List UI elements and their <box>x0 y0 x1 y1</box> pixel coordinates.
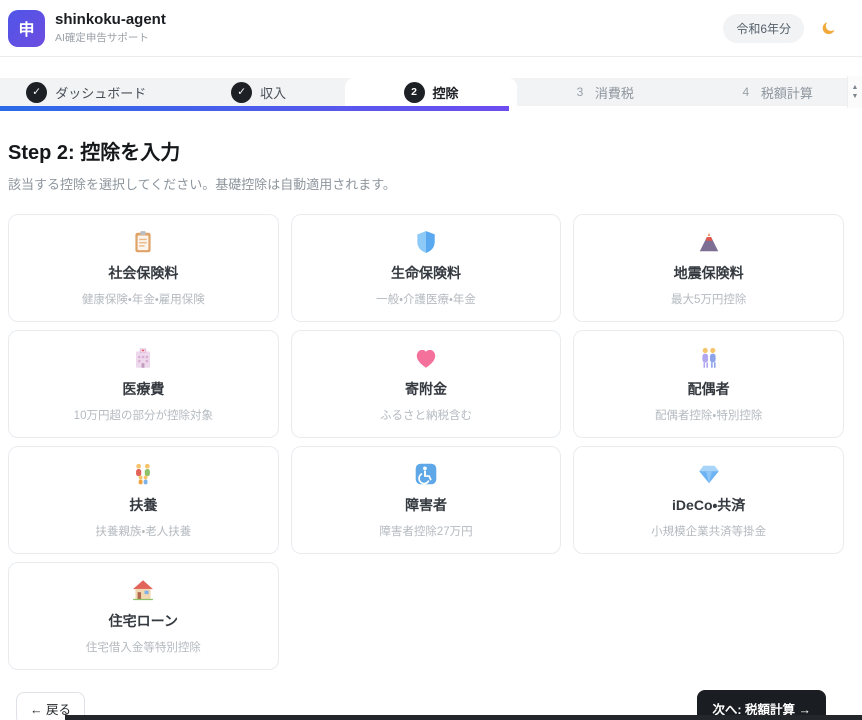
wheelchair-icon <box>413 461 439 487</box>
step-number: 2 <box>403 81 425 103</box>
card-subtitle: 10万円超の部分が控除対象 <box>73 410 213 422</box>
app-name: shinkoku-agent <box>55 11 166 29</box>
progress-track <box>0 106 862 111</box>
brand-text: shinkoku-agent AI確定申告サポート <box>55 11 166 45</box>
card-subtitle: 一般・介護医療・年金 <box>376 294 476 306</box>
heart-icon <box>413 345 439 371</box>
page-title: Step 2: 控除を入力 <box>8 142 181 164</box>
step-label: 消費税 <box>594 85 634 101</box>
card-subtitle: 健康保険・年金・雇用保険 <box>81 294 205 306</box>
step-consumption-tax[interactable]: 3 消費税 <box>517 78 689 106</box>
dark-mode-toggle[interactable] <box>820 17 842 39</box>
step-deductions[interactable]: 2 控除 <box>344 78 518 106</box>
card-title: 生命保険料 <box>390 265 461 281</box>
scroll-down-icon[interactable]: ▼ <box>852 93 859 100</box>
progress-fill <box>0 106 509 111</box>
card-life-insurance[interactable]: 生命保険料 一般・介護医療・年金 <box>290 214 562 322</box>
wizard-footer: ← 戻る 次へ: 税額計算 → <box>8 670 844 720</box>
step-label: 控除 <box>432 85 459 101</box>
step-label: ダッシュボード <box>55 85 147 101</box>
house-icon <box>130 577 156 603</box>
card-subtitle: 小規模企業共済等掛金 <box>651 526 767 538</box>
step-dashboard[interactable]: ✓ ダッシュボード <box>0 78 172 106</box>
volcano-icon <box>696 229 722 255</box>
page-subtitle: 該当する控除を選択してください。基礎控除は自動適用されます。 <box>8 177 396 192</box>
card-subtitle: 配偶者控除・特別控除 <box>654 410 763 422</box>
gem-icon <box>696 461 722 487</box>
step-tax-calculation[interactable]: 4 税額計算 <box>690 78 862 106</box>
card-title: 住宅ローン <box>108 613 178 629</box>
step-label: 税額計算 <box>760 85 813 101</box>
card-social-insurance[interactable]: 社会保険料 健康保険・年金・雇用保険 <box>8 214 279 322</box>
card-subtitle: ふるさと納税含む <box>379 410 472 422</box>
card-spouse[interactable]: 配偶者 配偶者控除・特別控除 <box>573 330 844 438</box>
card-title: 地震保険料 <box>673 265 744 281</box>
scrollbar[interactable]: ▲ ▼ <box>847 76 862 108</box>
card-title: 配偶者 <box>687 381 730 397</box>
wizard-stepper: ✓ ダッシュボード ✓ 収入 2 控除 3 消費税 4 税額計算 ▲ ▼ <box>0 76 862 111</box>
deduction-card-grid: 社会保険料 健康保険・年金・雇用保険 生命保険料 一般・介護医療・年金 地震保険… <box>8 214 844 670</box>
card-subtitle: 最大5万円控除 <box>670 294 747 306</box>
shield-icon <box>413 229 439 255</box>
hospital-icon <box>130 345 156 371</box>
brand: 申 shinkoku-agent AI確定申告サポート <box>8 9 166 47</box>
card-subtitle: 扶養親族・老人扶養 <box>95 526 192 538</box>
card-ideco-kyosai[interactable]: iDeCo・共済 小規模企業共済等掛金 <box>573 446 844 554</box>
scroll-up-icon[interactable]: ▲ <box>852 84 859 91</box>
step-check-icon: ✓ <box>26 81 48 103</box>
card-title: 障害者 <box>404 497 447 513</box>
family-icon <box>130 461 156 487</box>
card-donations[interactable]: 寄附金 ふるさと納税含む <box>290 330 562 438</box>
card-disability[interactable]: 障害者 障害者控除27万円 <box>290 446 562 554</box>
step-income[interactable]: ✓ 収入 <box>172 78 344 106</box>
moon-icon <box>822 21 835 34</box>
card-dependents[interactable]: 扶養 扶養親族・老人扶養 <box>8 446 279 554</box>
card-title: 扶養 <box>129 497 158 513</box>
couple-icon <box>696 345 722 371</box>
step-check-icon: ✓ <box>231 81 253 103</box>
step-number: 3 <box>576 85 584 99</box>
app-logo: 申 <box>8 9 45 47</box>
main-content: Step 2: 控除を入力 該当する控除を選択してください。基礎控除は自動適用さ… <box>0 111 862 720</box>
app-subtitle: AI確定申告サポート <box>55 31 149 44</box>
logo-character: 申 <box>18 22 35 39</box>
clipboard-icon <box>130 229 156 255</box>
step-number: 4 <box>742 85 750 99</box>
header-actions: 令和6年分 <box>723 13 842 43</box>
tax-year-badge: 令和6年分 <box>723 13 804 43</box>
card-title: iDeCo・共済 <box>672 497 746 513</box>
bottom-bar-edge <box>65 715 862 720</box>
card-earthquake-insurance[interactable]: 地震保険料 最大5万円控除 <box>573 214 844 322</box>
card-title: 社会保険料 <box>108 265 179 281</box>
card-subtitle: 障害者控除27万円 <box>379 526 473 538</box>
step-label: 収入 <box>260 85 287 101</box>
card-title: 寄附金 <box>404 381 447 397</box>
card-title: 医療費 <box>122 381 165 397</box>
card-medical-expenses[interactable]: 医療費 10万円超の部分が控除対象 <box>8 330 279 438</box>
card-housing-loan[interactable]: 住宅ローン 住宅借入金等特別控除 <box>8 562 279 670</box>
card-subtitle: 住宅借入金等特別控除 <box>85 642 201 654</box>
app-header: 申 shinkoku-agent AI確定申告サポート 令和6年分 <box>0 0 862 57</box>
